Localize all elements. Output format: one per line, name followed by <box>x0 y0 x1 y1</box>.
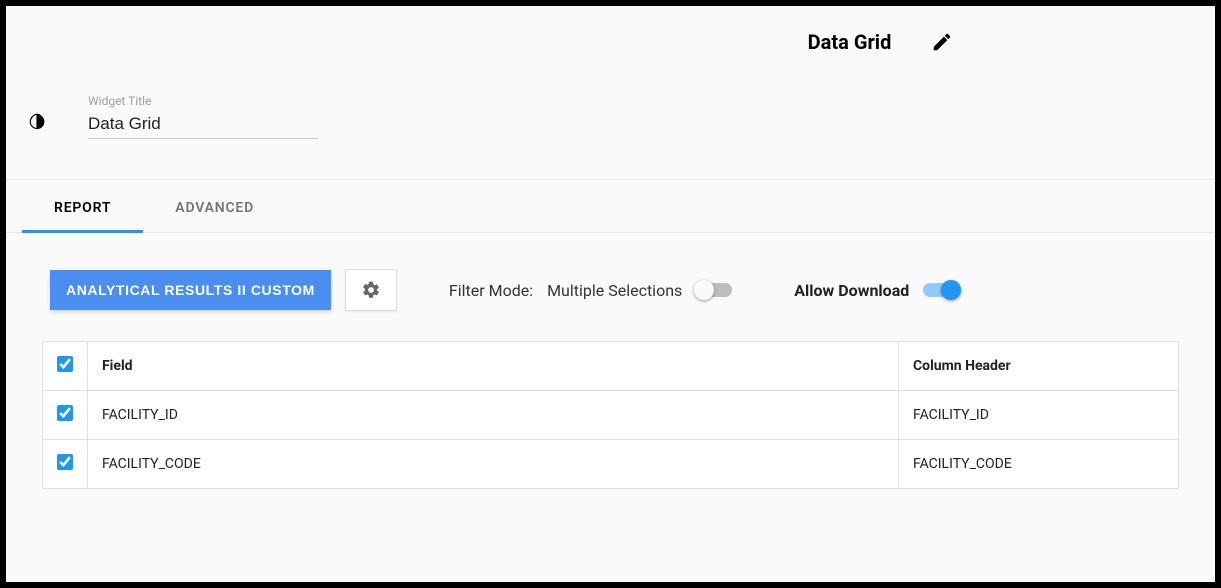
filter-mode-value: Multiple Selections <box>547 281 682 300</box>
tab-advanced[interactable]: ADVANCED <box>143 180 286 232</box>
column-header-cell: FACILITY_CODE <box>899 440 1179 489</box>
select-all-checkbox[interactable] <box>57 356 73 372</box>
row-checkbox-cell <box>43 440 88 489</box>
toggle-knob <box>694 280 714 300</box>
fields-table-wrap: Field Column Header FACILITY_ID FACILITY… <box>6 341 1215 489</box>
select-all-cell <box>43 342 88 391</box>
table-row: FACILITY_ID FACILITY_ID <box>43 391 1179 440</box>
filter-mode-label: Filter Mode: <box>449 281 533 300</box>
toggle-knob <box>941 280 961 300</box>
analytical-results-button[interactable]: ANALYTICAL RESULTS II CUSTOM <box>50 270 331 310</box>
tabs: REPORT ADVANCED <box>6 180 1215 233</box>
toolbar: ANALYTICAL RESULTS II CUSTOM Filter Mode… <box>6 233 1215 341</box>
row-checkbox[interactable] <box>57 405 73 421</box>
column-header-header: Column Header <box>899 342 1179 391</box>
allow-download-label: Allow Download <box>794 281 909 300</box>
edit-button[interactable] <box>931 31 953 53</box>
column-header-cell: FACILITY_ID <box>899 391 1179 440</box>
header-title: Data Grid <box>808 30 892 54</box>
gear-icon <box>361 280 381 300</box>
header: Data Grid <box>6 6 1215 64</box>
widget-title-group: Widget Title <box>88 94 318 139</box>
table-row: FACILITY_CODE FACILITY_CODE <box>43 440 1179 489</box>
allow-download-toggle[interactable] <box>923 283 959 297</box>
settings-button[interactable] <box>345 269 397 311</box>
field-header: Field <box>88 342 899 391</box>
pencil-icon <box>931 31 953 53</box>
widget-title-label: Widget Title <box>88 94 318 108</box>
row-checkbox-cell <box>43 391 88 440</box>
contrast-icon[interactable] <box>28 112 46 134</box>
field-cell: FACILITY_CODE <box>88 440 899 489</box>
allow-download-group: Allow Download <box>794 281 959 300</box>
field-cell: FACILITY_ID <box>88 391 899 440</box>
filter-mode-toggle[interactable] <box>696 283 732 297</box>
row-checkbox[interactable] <box>57 454 73 470</box>
widget-title-section: Widget Title <box>6 64 1215 179</box>
tab-report[interactable]: REPORT <box>22 180 143 232</box>
filter-mode-group: Filter Mode: Multiple Selections <box>449 281 732 300</box>
widget-config-panel: Data Grid Widget Title REPORT ADVANCED A… <box>6 6 1215 582</box>
widget-title-input[interactable] <box>88 112 318 139</box>
table-header-row: Field Column Header <box>43 342 1179 391</box>
fields-table: Field Column Header FACILITY_ID FACILITY… <box>42 341 1179 489</box>
